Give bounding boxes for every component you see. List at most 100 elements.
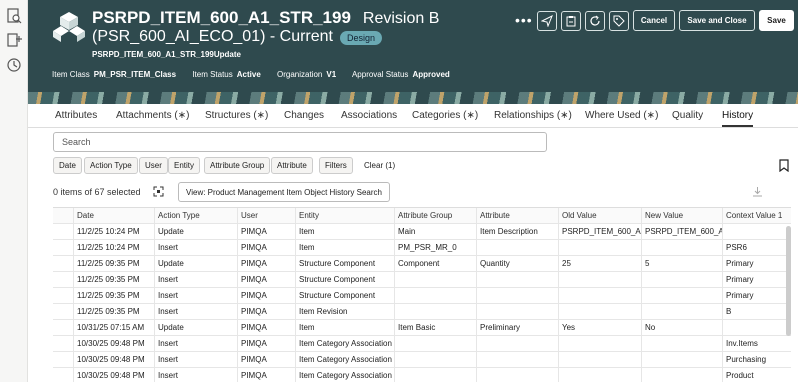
column-header-old-value[interactable]: Old Value (558, 208, 641, 224)
fit-to-screen-icon[interactable] (153, 186, 164, 197)
add-document-icon[interactable] (6, 32, 22, 48)
send-button[interactable] (537, 11, 557, 31)
send-icon (541, 15, 553, 27)
cell-attribute-group (394, 304, 476, 320)
table-row[interactable]: 11/2/25 10:24 PM Insert PIMQA Item PM_PSR_MR… (53, 240, 791, 256)
row-selector[interactable] (53, 352, 73, 368)
cell-new-value (641, 368, 722, 382)
clear-filters-link[interactable]: Clear (1) (364, 161, 395, 170)
tab-attributes[interactable]: Attributes (55, 110, 97, 121)
tab-bar: Attributes Attachments (∗) Structures (∗… (28, 104, 798, 128)
tab-associations[interactable]: Associations (341, 110, 397, 121)
filter-entity[interactable]: Entity (168, 157, 201, 174)
tab-changes[interactable]: Changes (284, 110, 324, 121)
search-document-icon[interactable] (6, 8, 22, 24)
row-selector[interactable] (53, 288, 73, 304)
cell-entity: Item Category Association (295, 368, 394, 382)
table-row[interactable]: 10/31/25 07:15 AM Update PIMQA Item Item Bas… (53, 320, 791, 336)
column-header-user[interactable]: User (237, 208, 295, 224)
table-row[interactable]: 10/30/25 09:48 PM Insert PIMQA Item Categor… (53, 336, 791, 352)
filter-user[interactable]: User (139, 157, 168, 174)
filter-attribute[interactable]: Attribute (271, 157, 313, 174)
row-selector[interactable] (53, 272, 73, 288)
cell-user: PIMQA (237, 304, 295, 320)
selection-count: 0 items of 67 selected (53, 187, 141, 197)
cell-attribute-group: Item Basic (394, 320, 476, 336)
view-selector-button[interactable]: View: Product Management Item Object His… (178, 182, 390, 202)
tab-structures[interactable]: Structures (∗) (205, 110, 268, 121)
cell-context-value-1: Primary (722, 272, 791, 288)
table-row[interactable]: 11/2/25 09:35 PM Update PIMQA Structure Com… (53, 256, 791, 272)
cell-entity: Structure Component (295, 272, 394, 288)
row-selector[interactable] (53, 320, 73, 336)
refresh-icon (590, 15, 600, 26)
clipboard-button[interactable] (561, 11, 581, 31)
tab-attachments[interactable]: Attachments (∗) (116, 110, 189, 121)
save-and-close-button[interactable]: Save and Close (679, 10, 755, 31)
item-cubes-icon (53, 12, 85, 42)
cell-context-value-1: B (722, 304, 791, 320)
filter-filters[interactable]: Filters (319, 157, 353, 174)
column-header-action-type[interactable]: Action Type (154, 208, 237, 224)
cancel-button[interactable]: Cancel (633, 10, 675, 31)
filter-date[interactable]: Date (53, 157, 82, 174)
search-input[interactable]: Search (53, 132, 547, 152)
cell-action-type: Insert (154, 304, 237, 320)
column-header-attribute[interactable]: Attribute (476, 208, 558, 224)
cell-attribute (476, 368, 558, 382)
column-header-context-value-1[interactable]: Context Value 1 (722, 208, 791, 224)
save-button[interactable]: Save (759, 10, 794, 31)
history-table: Date Action Type User Entity Attribute G… (53, 207, 791, 382)
tab-relationships[interactable]: Relationships (∗) (494, 110, 572, 121)
row-selector[interactable] (53, 240, 73, 256)
table-row[interactable]: 10/30/25 09:48 PM Insert PIMQA Item Categor… (53, 352, 791, 368)
table-row[interactable]: 11/2/25 10:24 PM Update PIMQA Item Main Item … (53, 224, 791, 240)
cell-attribute-group (394, 352, 476, 368)
table-scrollbar[interactable] (786, 226, 791, 336)
row-selector[interactable] (53, 336, 73, 352)
cell-attribute (476, 272, 558, 288)
filter-attribute-group[interactable]: Attribute Group (204, 157, 271, 174)
change-context-selector[interactable]: (PSR_600_AI_ECO_01) - Current ⌄ (92, 28, 350, 46)
header-banner-pattern (28, 92, 798, 104)
column-header-attribute-group[interactable]: Attribute Group (394, 208, 476, 224)
download-icon[interactable] (752, 186, 763, 197)
filter-action-type[interactable]: Action Type (84, 157, 138, 174)
cell-date: 10/30/25 09:48 PM (73, 368, 154, 382)
tag-icon (613, 15, 625, 27)
cell-action-type: Insert (154, 368, 237, 382)
row-selector[interactable] (53, 256, 73, 272)
table-row[interactable]: 10/30/25 09:48 PM Insert PIMQA Item Categor… (53, 368, 791, 382)
table-row[interactable]: 11/2/25 09:35 PM Insert PIMQA Structure Com… (53, 272, 791, 288)
history-icon[interactable] (6, 57, 22, 73)
row-selector[interactable] (53, 224, 73, 240)
cell-date: 11/2/25 09:35 PM (73, 272, 154, 288)
page-title: PSRPD_ITEM_600_A1_STR_199 Revision B (92, 8, 439, 28)
more-actions-button[interactable]: ••• (515, 12, 533, 28)
cell-user: PIMQA (237, 288, 295, 304)
cell-context-value-1: Primary (722, 256, 791, 272)
cell-attribute: Quantity (476, 256, 558, 272)
table-row[interactable]: 11/2/25 09:35 PM Insert PIMQA Item Revision… (53, 304, 791, 320)
row-selector[interactable] (53, 304, 73, 320)
bookmark-icon[interactable] (779, 159, 789, 172)
row-selector[interactable] (53, 368, 73, 382)
status-badge: Design (340, 31, 383, 45)
cell-action-type: Update (154, 320, 237, 336)
table-row[interactable]: 11/2/25 09:35 PM Insert PIMQA Structure Com… (53, 288, 791, 304)
refresh-button[interactable] (585, 11, 605, 31)
cell-user: PIMQA (237, 336, 295, 352)
organization-value: V1 (326, 70, 337, 79)
item-status-label: Item Status (192, 70, 233, 79)
cell-old-value (558, 368, 641, 382)
item-class-value: PM_PSR_ITEM_Class (93, 70, 177, 79)
cell-context-value-1: PSR6 (722, 240, 791, 256)
column-header-new-value[interactable]: New Value (641, 208, 722, 224)
tab-history[interactable]: History (722, 110, 754, 127)
tag-button[interactable] (609, 11, 629, 31)
tab-where-used[interactable]: Where Used (∗) (585, 110, 658, 121)
tab-categories[interactable]: Categories (∗) (412, 110, 478, 121)
tab-quality[interactable]: Quality (672, 110, 703, 121)
column-header-entity[interactable]: Entity (295, 208, 394, 224)
column-header-date[interactable]: Date (73, 208, 154, 224)
